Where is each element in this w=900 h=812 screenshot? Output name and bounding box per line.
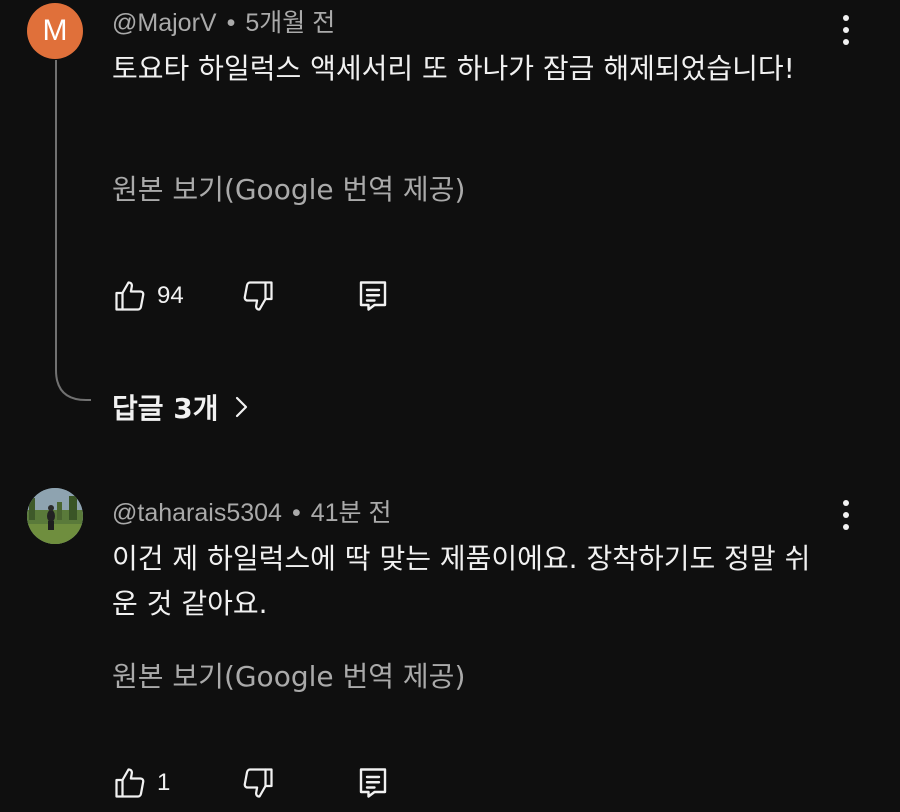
avatar-letter: M bbox=[42, 14, 68, 47]
meta-separator: • bbox=[291, 499, 301, 527]
thumbs-up-icon[interactable] bbox=[112, 765, 148, 801]
avatar[interactable] bbox=[27, 488, 83, 544]
comment-header: @taharais5304 • 41분 전 bbox=[112, 493, 391, 529]
reply-thread-line bbox=[55, 60, 91, 401]
timestamp[interactable]: 41분 전 bbox=[311, 499, 392, 527]
avatar[interactable]: M bbox=[27, 3, 83, 59]
reply-comment-icon[interactable] bbox=[355, 278, 391, 314]
replies-label: 답글 3개 bbox=[112, 392, 219, 425]
more-vertical-icon[interactable] bbox=[832, 10, 860, 50]
chevron-right-icon bbox=[235, 396, 247, 418]
thumbs-down-icon[interactable] bbox=[240, 278, 276, 314]
avatar-photo-image bbox=[27, 488, 83, 544]
like-count: 1 bbox=[157, 769, 171, 796]
see-original-button[interactable]: 원본 보기(Google 번역 제공) bbox=[112, 168, 465, 208]
comment-text: 이건 제 하일럭스에 딱 맞는 제품이에요. 장착하기도 정말 쉬운 것 같아요… bbox=[112, 542, 811, 620]
see-original-button[interactable]: 원본 보기(Google 번역 제공) bbox=[112, 655, 465, 695]
comment-actions: 94 bbox=[112, 278, 412, 318]
comment-actions: 1 bbox=[112, 765, 412, 805]
comment-text: 토요타 하일럭스 액세서리 또 하나가 잠금 해제되었습니다! bbox=[112, 52, 795, 85]
author-name[interactable]: @MajorV bbox=[112, 9, 217, 37]
timestamp[interactable]: 5개월 전 bbox=[245, 9, 335, 37]
thumbs-down-icon[interactable] bbox=[240, 765, 276, 801]
meta-separator: • bbox=[226, 9, 236, 37]
like-count: 94 bbox=[157, 282, 184, 309]
thumbs-up-icon[interactable] bbox=[112, 278, 148, 314]
reply-comment-icon[interactable] bbox=[355, 765, 391, 801]
comment-header: @MajorV • 5개월 전 bbox=[112, 3, 335, 39]
author-name[interactable]: @taharais5304 bbox=[112, 499, 282, 527]
more-vertical-icon[interactable] bbox=[832, 495, 860, 535]
replies-toggle-button[interactable]: 답글 3개 bbox=[112, 387, 251, 427]
